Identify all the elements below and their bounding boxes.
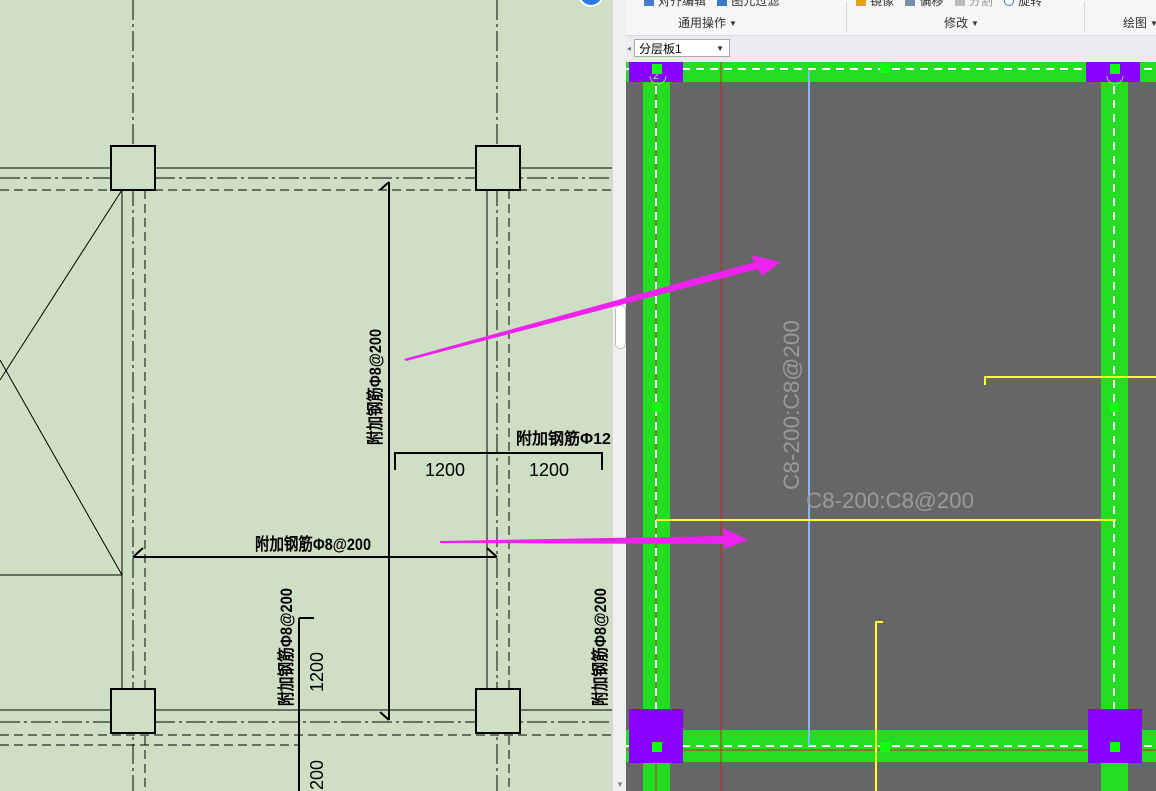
mirror-icon — [856, 0, 866, 6]
column — [110, 145, 156, 191]
mirror-button[interactable]: 镜像 — [856, 0, 898, 8]
rotate-icon — [1004, 0, 1015, 6]
ribbon-top-row: 镜像 偏移 分割 旋转 — [856, 0, 1050, 9]
model-view: 2 C8-200:C8@200 C8-200:C8@200 — [626, 62, 1156, 791]
dimension-1200-vertical: 1200 — [307, 652, 327, 692]
rebar-label-bottom-left: 附加钢筋Φ8@200 — [276, 588, 296, 706]
column — [475, 688, 521, 734]
split-button[interactable]: 分割 — [954, 0, 997, 8]
split-icon — [954, 0, 965, 6]
scrollbar-thumb[interactable] — [615, 305, 626, 349]
axis-lines — [0, 0, 612, 791]
drawing-scrollbar[interactable]: ▼ — [612, 0, 627, 791]
slab[interactable] — [670, 82, 1101, 730]
chevron-down-icon: ▼ — [1150, 19, 1156, 28]
align-edit-icon — [644, 0, 654, 6]
rebar-lines — [132, 181, 603, 791]
chevron-down-icon: ▼ — [716, 44, 724, 53]
rebar-label-vertical: C8-200:C8@200 — [779, 320, 804, 490]
ribbon-toolbar: 对齐编辑 图元过滤 通用操作▼ 镜像 偏移 分割 旋转 修改▼ 绘图▼ — [626, 0, 1156, 36]
column — [110, 688, 156, 734]
column — [629, 709, 683, 763]
rebar-label-bottom-right: 附加钢筋Φ8@200 — [590, 588, 610, 706]
columns — [110, 145, 521, 734]
collapse-icon[interactable]: ◂ — [627, 44, 631, 53]
chevron-down-icon: ▼ — [971, 19, 979, 28]
offset-button[interactable]: 偏移 — [905, 0, 947, 8]
ribbon-group-draw: 绘图▼ — [1092, 0, 1156, 35]
notification-badge-icon[interactable] — [579, 0, 603, 7]
slab-opening-lines — [0, 189, 123, 576]
model-canvas[interactable]: 2 C8-200:C8@200 C8-200:C8@200 — [626, 62, 1156, 791]
chevron-down-icon: ▼ — [729, 19, 737, 28]
ribbon-group-label-draw[interactable]: 绘图▼ — [1123, 14, 1156, 31]
beam-top — [626, 62, 1156, 82]
scroll-down-icon[interactable]: ▼ — [616, 781, 624, 789]
dimension-1200-left: 1200 — [425, 460, 465, 480]
rebar-label-horizontal: 附加钢筋Φ8@200 — [255, 534, 371, 554]
offset-icon — [905, 0, 916, 6]
ribbon-separator — [1084, 2, 1085, 32]
dimension-1200-right: 1200 — [529, 460, 569, 480]
dimension-200-cut: 200 — [307, 760, 327, 790]
drawing-annotations: 附加钢筋Φ8@200 附加钢筋Φ12@ 1200 1200 附加钢筋Φ8@200… — [255, 329, 612, 790]
rebar-label-phi12: 附加钢筋Φ12@ — [516, 429, 612, 448]
ribbon-group-general: 对齐编辑 图元过滤 通用操作 ▼ — [644, 0, 854, 35]
rebar-label-vertical-top: 附加钢筋Φ8@200 — [365, 329, 385, 445]
column — [475, 145, 521, 191]
layer-bar: ◂ 分层板1 ▼ — [626, 36, 1156, 63]
cad-drawing-pane[interactable]: 附加钢筋Φ8@200 附加钢筋Φ12@ 1200 1200 附加钢筋Φ8@200… — [0, 0, 612, 791]
rotate-button[interactable]: 旋转 — [1004, 0, 1046, 8]
layer-select[interactable]: 分层板1 ▼ — [634, 39, 730, 57]
ribbon-group-label-general[interactable]: 通用操作 ▼ — [678, 14, 737, 31]
filter-button[interactable]: 图元过滤 — [717, 0, 783, 8]
column — [1088, 709, 1142, 763]
cad-drawing: 附加钢筋Φ8@200 附加钢筋Φ12@ 1200 1200 附加钢筋Φ8@200… — [0, 0, 612, 791]
align-edit-button[interactable]: 对齐编辑 — [644, 0, 710, 8]
ribbon-separator — [846, 2, 847, 32]
filter-icon — [717, 0, 728, 6]
ribbon-top-row: 对齐编辑 图元过滤 — [644, 0, 787, 9]
ribbon-group-label-modify[interactable]: 修改 ▼ — [944, 14, 979, 31]
rebar-label-horizontal: C8-200:C8@200 — [806, 488, 974, 513]
ribbon-group-modify: 镜像 偏移 分割 旋转 修改 ▼ — [854, 0, 1084, 35]
